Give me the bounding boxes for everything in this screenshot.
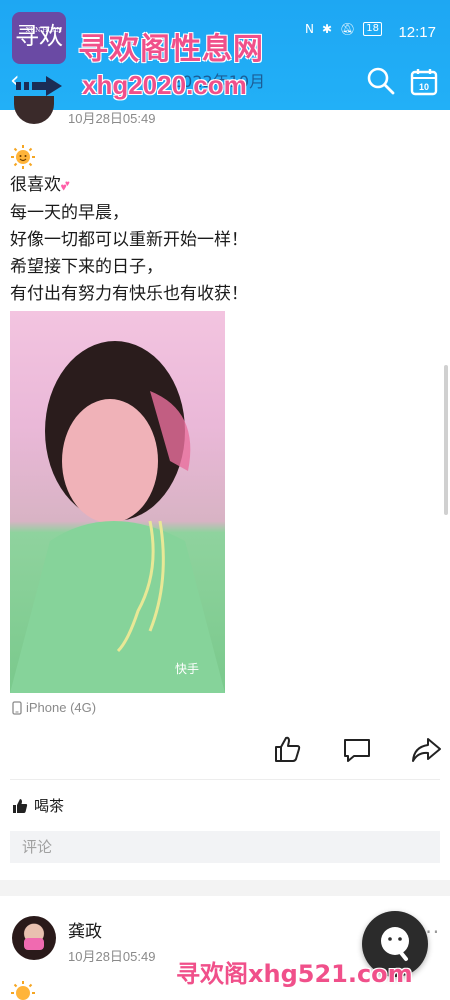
likes-line: 喝茶 [12, 795, 64, 816]
post-line: 很喜欢 [10, 175, 61, 195]
calendar-icon[interactable]: 10 [410, 68, 438, 96]
scrollbar[interactable] [444, 365, 448, 515]
watermark-url: xhg2020.com [82, 70, 247, 100]
search-icon[interactable] [366, 66, 396, 96]
poster-name[interactable]: 龚政 [68, 917, 102, 942]
post-line: 有付出有努力有快乐也有收获！ [10, 284, 248, 304]
post-line: 好像一切都可以重新开始一样！ [10, 230, 248, 250]
device-label: iPhone (4G) [12, 700, 96, 715]
bluetooth-icon: ✱ [321, 22, 333, 36]
comment-icon[interactable] [342, 736, 372, 764]
mask-shape [24, 938, 44, 950]
device-text: iPhone (4G) [26, 700, 97, 715]
like-small-icon [13, 798, 28, 813]
avatar[interactable] [12, 916, 56, 960]
top-header: 寻欢 XUN HUAN 寻欢阁性息网 N ✱ 🔕︎ 18 12:17 2022年… [0, 0, 450, 110]
logo-small-text: XUN HUAN [25, 27, 62, 34]
watermark-bottom: 寻欢阁xhg521.com [176, 960, 413, 988]
post-line: 每一天的早晨， [10, 203, 129, 223]
post-timestamp: 10月28日05:49 [68, 949, 156, 964]
post-text: 很喜欢💕︎ 每一天的早晨， 好像一切都可以重新开始一样！ 希望接下来的日子， 有… [10, 172, 430, 308]
divider [10, 779, 440, 780]
liker-name[interactable]: 喝茶 [34, 795, 64, 816]
like-icon[interactable] [272, 734, 302, 764]
heart-emoji-icon: 💕︎ [61, 178, 70, 194]
post-photo[interactable] [10, 311, 225, 693]
portrait-illustration [10, 341, 225, 693]
photo-watermark: 快手 [175, 662, 200, 676]
post-line: 希望接下来的日子， [10, 257, 163, 277]
comment-input[interactable]: 评论 [10, 831, 440, 863]
sun-emoji-icon [11, 145, 35, 169]
status-time: 12:17 [398, 24, 436, 41]
status-icons: N ✱ 🔕︎ 18 [305, 22, 383, 36]
share-icon[interactable] [410, 736, 442, 764]
watermark-title: 寻欢阁性息网 [78, 32, 264, 67]
svg-text:10: 10 [419, 82, 429, 92]
avatar[interactable] [14, 96, 54, 124]
section-separator [0, 880, 450, 896]
arrow-right-icon [16, 76, 62, 96]
battery-icon: 18 [363, 22, 383, 36]
nfc-icon: N [305, 22, 314, 36]
mute-icon: 🔕︎ [340, 22, 356, 36]
app-logo: 寻欢 XUN HUAN [12, 12, 66, 64]
sun-emoji-icon [11, 981, 35, 1000]
phone-icon [12, 700, 22, 715]
post-timestamp: 10月28日05:49 [68, 111, 156, 126]
